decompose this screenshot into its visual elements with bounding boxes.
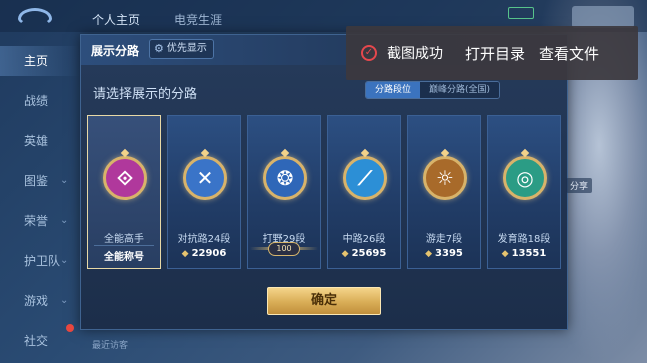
share-chip[interactable]: 分享 bbox=[566, 178, 593, 193]
lane-card-roam[interactable]: ☼ 游走7段 ◆ 3395 bbox=[407, 115, 481, 269]
priority-display-label: 优先显示 bbox=[166, 43, 207, 54]
back-logo-icon[interactable] bbox=[18, 8, 52, 26]
sidebar-item-guard[interactable]: 护卫队 ⌄ bbox=[0, 246, 80, 276]
lane-card-jungle[interactable]: ❂ 打野29段 100 bbox=[247, 115, 321, 269]
medal-icon: ◆ bbox=[501, 249, 509, 259]
medal-icon: ◆ bbox=[425, 249, 433, 259]
sidebar-item-label: 战绩 bbox=[24, 94, 49, 108]
lane-card-allround[interactable]: ⟐ 全能高手 全能称号 bbox=[87, 115, 161, 269]
toast-message: 截图成功 bbox=[387, 46, 443, 62]
priority-display-button[interactable]: ⚙ 优先显示 bbox=[149, 39, 214, 59]
tab-profile[interactable]: 个人主页 bbox=[92, 11, 140, 28]
view-file-link[interactable]: 查看文件 bbox=[539, 43, 599, 64]
card-divider bbox=[94, 245, 154, 246]
card-name: 全能高手 bbox=[104, 234, 144, 245]
open-folder-link[interactable]: 打开目录 bbox=[465, 43, 525, 64]
jungle-emblem-icon: ❂ bbox=[263, 156, 307, 200]
sidebar-item-label: 荣誉 bbox=[24, 214, 49, 228]
card-value: ◆ 3395 bbox=[408, 248, 480, 259]
card-score: 3395 bbox=[435, 248, 463, 259]
sidebar-item-label: 游戏 bbox=[24, 294, 49, 308]
sidebar-item-collection[interactable]: 图鉴 ⌄ bbox=[0, 166, 80, 196]
card-score: 25695 bbox=[351, 248, 387, 259]
gear-icon: ⚙ bbox=[154, 42, 164, 55]
card-value: ◆ 22906 bbox=[168, 248, 240, 259]
chevron-down-icon: ⌄ bbox=[60, 175, 69, 186]
sidebar-item-label: 社交 bbox=[24, 334, 49, 348]
lane-card-mid[interactable]: ⟋ 中路26段 ◆ 25695 bbox=[327, 115, 401, 269]
lane-card-top[interactable]: ✕ 对抗路24段 ◆ 22906 bbox=[167, 115, 241, 269]
segment-peak-lane[interactable]: 巅峰分路(全国) bbox=[420, 82, 500, 98]
dialog-subtitle: 请选择展示的分路 bbox=[93, 87, 198, 102]
sidebar-item-label: 英雄 bbox=[24, 134, 49, 148]
chevron-down-icon: ⌄ bbox=[60, 255, 69, 266]
chevron-down-icon: ⌄ bbox=[60, 215, 69, 226]
segment-control: 分路段位 巅峰分路(全国) bbox=[365, 81, 501, 99]
sidebar-item-label: 护卫队 bbox=[24, 254, 61, 268]
sidebar: 主页 战绩 英雄 图鉴 ⌄ 荣誉 ⌄ 护卫队 ⌄ 游戏 ⌄ 社交 bbox=[0, 32, 80, 363]
roam-emblem-icon: ☼ bbox=[423, 156, 467, 200]
level-badge: 100 bbox=[268, 242, 300, 256]
sidebar-item-hero[interactable]: 英雄 bbox=[0, 126, 80, 156]
recent-visitors-label[interactable]: 最近访客 bbox=[92, 338, 128, 351]
card-value: ◆ 25695 bbox=[328, 248, 400, 259]
allround-emblem-icon: ⟐ bbox=[103, 156, 147, 200]
segment-lane-rank[interactable]: 分路段位 bbox=[366, 82, 421, 98]
card-score: 22906 bbox=[191, 248, 227, 259]
sidebar-item-label: 图鉴 bbox=[24, 174, 49, 188]
sidebar-item-game[interactable]: 游戏 ⌄ bbox=[0, 286, 80, 316]
check-circle-icon: ✓ bbox=[361, 45, 377, 61]
sidebar-item-honor[interactable]: 荣誉 ⌄ bbox=[0, 206, 80, 236]
card-score: 13551 bbox=[511, 248, 547, 259]
dialog-title: 展示分路 bbox=[91, 44, 140, 58]
lane-card-farm[interactable]: ◎ 发育路18段 ◆ 13551 bbox=[487, 115, 561, 269]
medal-icon: ◆ bbox=[181, 249, 189, 259]
card-name: 中路26段 bbox=[342, 234, 386, 245]
card-name: 游走7段 bbox=[425, 234, 463, 245]
top-lane-emblem-icon: ✕ bbox=[183, 156, 227, 200]
screenshot-toast: ✓ 截图成功 打开目录 查看文件 bbox=[346, 26, 638, 80]
card-value: 全能称号 bbox=[88, 248, 160, 263]
sidebar-item-label: 主页 bbox=[24, 54, 49, 68]
card-title-text: 全能称号 bbox=[104, 252, 144, 263]
tab-esports[interactable]: 电竞生涯 bbox=[174, 11, 222, 28]
card-name: 对抗路24段 bbox=[177, 234, 231, 245]
chevron-down-icon: ⌄ bbox=[60, 295, 69, 306]
battery-icon bbox=[508, 7, 534, 19]
notification-dot bbox=[66, 324, 74, 332]
mid-lane-emblem-icon: ⟋ bbox=[343, 156, 387, 200]
confirm-button[interactable]: 确定 bbox=[267, 287, 381, 315]
top-right-button[interactable] bbox=[572, 6, 634, 28]
sidebar-item-record[interactable]: 战绩 bbox=[0, 86, 80, 116]
sidebar-item-home[interactable]: 主页 bbox=[0, 46, 80, 76]
card-value: ◆ 13551 bbox=[488, 248, 560, 259]
medal-icon: ◆ bbox=[341, 249, 349, 259]
card-name: 发育路18段 bbox=[497, 234, 551, 245]
farm-lane-emblem-icon: ◎ bbox=[503, 156, 547, 200]
